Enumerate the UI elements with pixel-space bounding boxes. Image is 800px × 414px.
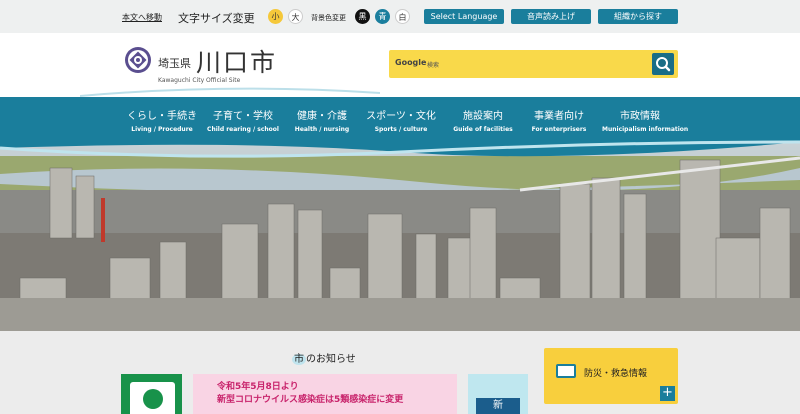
disaster-info-label: 防災・救急情報 (584, 369, 648, 379)
nav-item-label: 事業者向け (534, 111, 584, 122)
nav-item-label: 子育て・学校 (213, 111, 273, 122)
bg-blue-button[interactable]: 青 (375, 9, 390, 24)
google-brand-label: Google (395, 58, 427, 67)
nav-item-sublabel: Municipalism information (602, 126, 689, 133)
font-size-small-button[interactable]: 小 (268, 9, 283, 24)
search-by-organization-button[interactable]: 組織から探す (598, 9, 678, 24)
site-header: 埼玉県 川口市 Kawaguchi City Official Site Goo… (0, 33, 800, 97)
nav-item-label: 施設案内 (463, 111, 503, 122)
nav-item-facilities[interactable]: 施設案内 Guide of facilities (450, 107, 516, 133)
bg-white-button[interactable]: 白 (395, 9, 410, 24)
news-banner-right[interactable]: 新 (468, 374, 528, 414)
nav-item-municipal-info[interactable]: 市政情報 Municipalism information (602, 107, 689, 133)
expand-plus-button[interactable]: + (660, 386, 675, 401)
nav-item-sublabel: Living / Procedure (131, 126, 193, 133)
search-placeholder: 検索 (427, 62, 440, 69)
search-icon (656, 57, 671, 72)
nav-wave-decoration (0, 138, 800, 158)
nav-item-sublabel: Guide of facilities (453, 126, 513, 133)
news-section: 市のお知らせ 令和5年5月8日より 新型コロナウイルス感染症は5類感染症に変更 … (0, 331, 800, 414)
nav-item-enterprisers[interactable]: 事業者向け For enterprisers (526, 107, 592, 133)
hero-cityscape-image (0, 138, 800, 331)
nav-item-sports[interactable]: スポーツ・文化 Sports / culture (364, 107, 438, 133)
nav-item-label: スポーツ・文化 (366, 111, 436, 122)
city-name-logo[interactable]: 川口市 (196, 43, 277, 79)
site-search: Google 検索 (389, 50, 678, 78)
banner-left-frame (130, 382, 175, 414)
voice-reading-button[interactable]: 音声読み上げ (511, 9, 591, 24)
nav-item-label: 健康・介護 (297, 111, 347, 122)
cityscape-illustration (0, 138, 800, 331)
nav-item-sublabel: Child rearing / school (207, 126, 279, 133)
disaster-emergency-info-box[interactable]: 防災・救急情報 + (544, 348, 678, 404)
font-size-label: 文字サイズ変更 (178, 12, 255, 25)
radio-icon (556, 364, 576, 378)
nav-item-label: くらし・手続き (127, 111, 197, 122)
font-size-large-button[interactable]: 大 (288, 9, 303, 24)
skip-to-content-link[interactable]: 本文へ移動 (122, 12, 162, 23)
header-swoosh-decoration (80, 87, 380, 97)
utility-bar: 本文へ移動 文字サイズ変更 小 大 背景色変更 黒 青 白 Select Lan… (0, 0, 800, 33)
nav-item-label: 市政情報 (620, 111, 660, 122)
city-emblem-icon[interactable] (124, 46, 152, 74)
nav-item-living[interactable]: くらし・手続き Living / Procedure (124, 107, 200, 133)
bg-black-button[interactable]: 黒 (355, 9, 370, 24)
banner-line-1: 令和5年5月8日より (217, 382, 299, 392)
ball-icon (143, 389, 163, 409)
background-color-label: 背景色変更 (311, 14, 346, 22)
nav-item-sublabel: Health / nursing (294, 126, 350, 133)
select-language-button[interactable]: Select Language (424, 9, 504, 24)
search-input[interactable]: Google 検索 (393, 55, 646, 73)
prefecture-name: 埼玉県 (158, 57, 191, 70)
nav-item-sublabel: For enterprisers (531, 126, 587, 133)
banner-line-2: 新型コロナウイルス感染症は5類感染症に変更 (217, 395, 404, 405)
news-banner-left[interactable] (121, 374, 182, 414)
news-heading: 市のお知らせ (292, 350, 356, 365)
nav-item-child-rearing[interactable]: 子育て・学校 Child rearing / school (206, 107, 280, 133)
search-button[interactable] (652, 53, 674, 75)
covid-notice-banner[interactable]: 令和5年5月8日より 新型コロナウイルス感染症は5類感染症に変更 (193, 374, 457, 414)
nav-item-health[interactable]: 健康・介護 Health / nursing (290, 107, 354, 133)
news-heading-rest: のお知らせ (306, 354, 356, 365)
banner-right-text: 新 (476, 398, 520, 414)
nav-item-sublabel: Sports / culture (374, 126, 428, 133)
news-heading-first-char: 市 (292, 354, 306, 365)
